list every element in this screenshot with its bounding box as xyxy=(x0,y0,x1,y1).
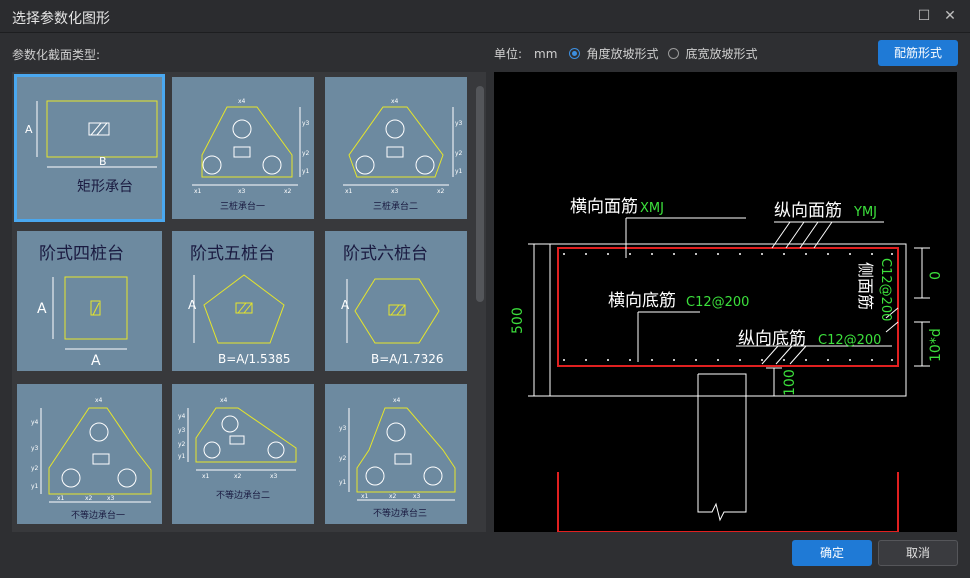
dim-y2: y2 xyxy=(178,441,186,448)
dim-x4: x4 xyxy=(391,98,399,105)
unit-value: mm xyxy=(534,46,558,61)
window-title: 选择参数化图形 xyxy=(12,11,110,27)
thumb-caption: 阶式五桩台 xyxy=(190,244,275,264)
dim-x2: x2 xyxy=(437,188,445,195)
top-trans-label: 横向面筋 xyxy=(570,197,638,217)
dim-y3: y3 xyxy=(455,120,463,127)
thumb-caption: 不等边承台二 xyxy=(216,489,270,501)
top-long-code: YMJ xyxy=(853,205,877,220)
dim-a-horizontal: A xyxy=(91,353,101,369)
dim-y2: y2 xyxy=(455,150,463,157)
dim-y1: y1 xyxy=(31,483,39,490)
dim-x1: x1 xyxy=(202,473,210,480)
dim-y1: y1 xyxy=(455,168,463,175)
dim-x3: x3 xyxy=(238,188,246,195)
thumb-unequal-cap-1[interactable]: x4 x1 x2 x3 y4 y3 y2 y1 不等边承台一 xyxy=(17,384,162,524)
dim-y2: y2 xyxy=(31,465,39,472)
thumb-rect-cap[interactable]: A B 矩形承台 xyxy=(14,74,165,222)
dim-side: 10*d xyxy=(928,328,944,362)
thumb-step-four-pile[interactable]: 阶式四桩台 A A xyxy=(17,231,162,371)
dim-x1: x1 xyxy=(361,493,369,500)
dim-x4: x4 xyxy=(220,397,228,404)
thumb-step-five-pile[interactable]: 阶式五桩台 A B=A/1.5385 xyxy=(172,231,314,371)
dim-x2: x2 xyxy=(284,188,292,195)
dim-a: A xyxy=(25,123,33,136)
thumb-caption: 不等边承台三 xyxy=(373,507,427,519)
dim-bottom: 100 xyxy=(782,369,798,396)
rebar-form-button[interactable]: 配筋形式 xyxy=(878,40,958,66)
dim-x2: x2 xyxy=(85,495,93,502)
bot-long-label: 纵向底筋 xyxy=(738,329,806,349)
dim-x1: x1 xyxy=(57,495,65,502)
thumb-caption: 不等边承台一 xyxy=(71,509,125,521)
unit-selector: 单位: mm 角度放坡形式 底宽放坡形式 xyxy=(494,45,757,62)
angle-slope-radio[interactable] xyxy=(569,48,581,59)
dim-x3: x3 xyxy=(391,188,399,195)
dim-x1: x1 xyxy=(194,188,202,195)
thumb-caption: 阶式四桩台 xyxy=(39,244,124,264)
dim-x4: x4 xyxy=(238,98,246,105)
formula: B=A/1.5385 xyxy=(218,352,291,366)
thumb-step-six-pile[interactable]: 阶式六桩台 A B=A/1.7326 xyxy=(325,231,467,371)
dim-height: 500 xyxy=(510,307,526,334)
top-long-label: 纵向面筋 xyxy=(774,201,842,221)
ok-button[interactable]: 确定 xyxy=(792,540,872,566)
top-trans-code: XMJ xyxy=(640,201,664,216)
dim-y3: y3 xyxy=(302,120,310,127)
dim-x3: x3 xyxy=(107,495,115,502)
thumb-unequal-cap-2[interactable]: x4 x1 x2 x3 y4 y3 y2 y1 不等边承台二 xyxy=(172,384,314,524)
dim-a: A xyxy=(188,298,197,312)
thumb-three-pile-cap-1[interactable]: x4 x1 x3 x2 y3 y2 y1 三桩承台一 xyxy=(172,77,314,219)
dim-a-vertical: A xyxy=(37,301,47,317)
width-slope-radio[interactable] xyxy=(668,48,680,59)
thumb-caption: 矩形承台 xyxy=(77,179,133,195)
section-type-gallery: A B 矩形承台 x4 x1 x3 x2 y3 y2 y1 三桩承台一 x4 x… xyxy=(12,72,486,532)
thumb-caption: 三桩承台一 xyxy=(220,200,265,212)
section-label: 参数化截面类型: xyxy=(12,48,101,62)
dim-y4: y4 xyxy=(31,419,39,426)
formula: B=A/1.7326 xyxy=(371,352,444,366)
dim-y2: y2 xyxy=(302,150,310,157)
unit-label: 单位: xyxy=(494,47,523,61)
dim-a: A xyxy=(341,298,350,312)
width-slope-label[interactable]: 底宽放坡形式 xyxy=(685,45,757,62)
dim-top: 0 xyxy=(928,271,944,280)
dim-x1: x1 xyxy=(345,188,353,195)
dim-y4: y4 xyxy=(178,413,186,420)
close-icon[interactable]: ✕ xyxy=(940,6,960,26)
bot-long-value: C12@200 xyxy=(818,333,881,348)
dim-x4: x4 xyxy=(95,397,103,404)
dim-y1: y1 xyxy=(339,479,347,486)
dim-b: B xyxy=(99,155,107,168)
thumb-unequal-cap-3[interactable]: x4 x1 x2 x3 y3 y2 y1 不等边承台三 xyxy=(325,384,467,524)
side-label: 侧面筋 xyxy=(856,262,875,310)
cancel-button[interactable]: 取消 xyxy=(878,540,958,566)
gallery-scrollbar[interactable] xyxy=(476,86,484,302)
dim-y3: y3 xyxy=(178,427,186,434)
dim-y3: y3 xyxy=(339,425,347,432)
bot-trans-label: 横向底筋 xyxy=(608,291,676,311)
rebar-preview-canvas: 横向面筋 XMJ 纵向面筋 YMJ 横向底筋 C12@200 纵向底筋 C12@… xyxy=(494,72,957,533)
dim-x2: x2 xyxy=(389,493,397,500)
thumb-three-pile-cap-2[interactable]: x4 x1 x3 x2 y3 y2 y1 三桩承台二 xyxy=(325,77,467,219)
dim-y2: y2 xyxy=(339,455,347,462)
angle-slope-label[interactable]: 角度放坡形式 xyxy=(586,45,658,62)
dim-x3: x3 xyxy=(413,493,421,500)
title-bar: 选择参数化图形 ☐ ✕ xyxy=(0,0,970,33)
dim-x2: x2 xyxy=(234,473,242,480)
dim-x3: x3 xyxy=(270,473,278,480)
maximize-icon[interactable]: ☐ xyxy=(914,6,934,26)
bot-trans-value: C12@200 xyxy=(686,295,749,310)
dim-y1: y1 xyxy=(302,168,310,175)
thumb-caption: 三桩承台二 xyxy=(373,200,418,212)
dim-y3: y3 xyxy=(31,445,39,452)
side-value: C12@200 xyxy=(878,258,893,321)
dim-x4: x4 xyxy=(393,397,401,404)
dim-y1: y1 xyxy=(178,453,186,460)
thumb-caption: 阶式六桩台 xyxy=(343,244,428,264)
